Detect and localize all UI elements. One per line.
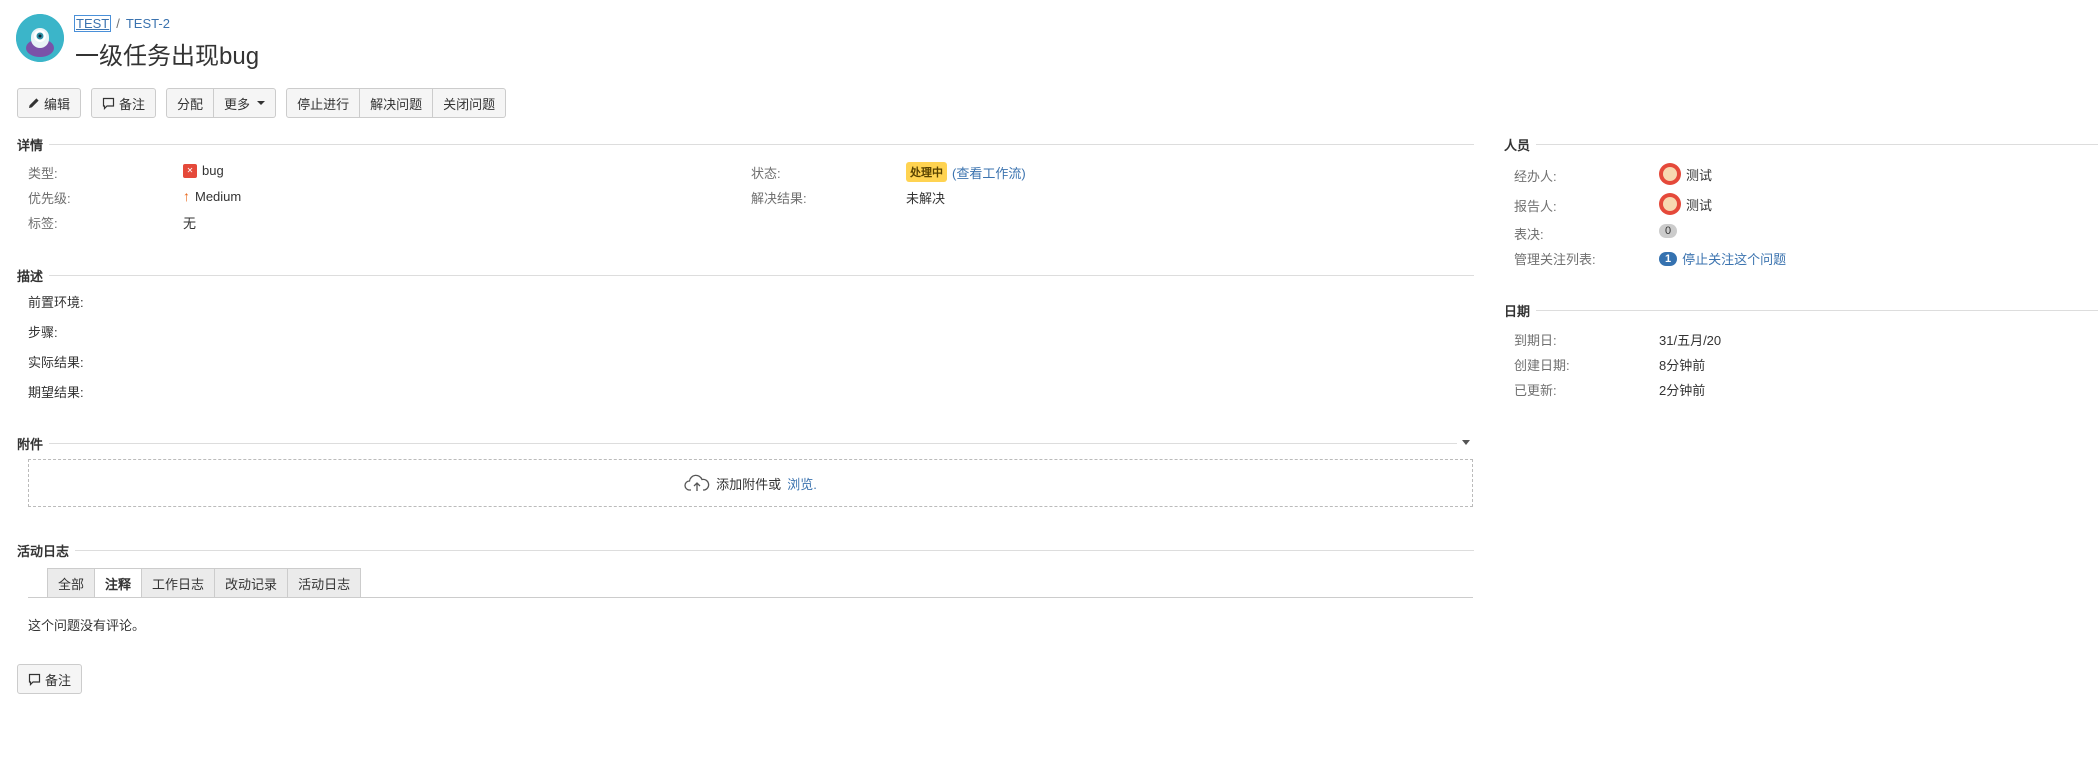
people-heading: 人员 [1504,135,2098,154]
watchers-value: 1 停止关注这个问题 [1659,249,1786,268]
description-line: 步骤: [28,325,58,340]
issue-title[interactable]: 一级任务出现bug [75,36,259,71]
status-badge: 处理中 [906,162,947,182]
description-line: 期望结果: [28,385,84,400]
pencil-icon [29,98,39,108]
dropzone-text: 添加附件或 [716,476,782,492]
priority-value-text: Medium [195,188,242,204]
tab-all[interactable]: 全部 [47,568,96,597]
reporter-name: 测试 [1686,197,1713,213]
labels-value: 无 [183,216,197,231]
breadcrumb-issue-link[interactable]: TEST-2 [126,16,170,31]
type-label: 类型: [28,166,58,181]
avatar [1659,193,1681,215]
stop-watching-link[interactable]: 停止关注这个问题 [1682,249,1786,268]
avatar [1659,163,1681,185]
resolution-value: 未解决 [906,191,946,206]
priority-label: 优先级: [28,191,71,206]
stop-progress-button[interactable]: 停止进行 [286,88,361,118]
details-heading: 详情 [17,135,1474,154]
description-heading-text: 描述 [17,269,44,284]
issue-toolbar: 编辑 备注 分配 更多 停止进行 解决问题 关闭问题 [17,88,507,118]
browse-link[interactable]: 浏览. [787,474,817,493]
attachments-heading: 附件 [17,434,1457,453]
reporter-label: 报告人: [1514,199,1557,214]
arrow-up-icon: ↑ [183,188,190,204]
breadcrumb-separator: / [116,16,120,31]
no-comments-text: 这个问题没有评论。 [28,618,146,633]
type-value: ✕ bug [183,163,224,178]
watchers-label: 管理关注列表: [1514,252,1596,267]
dates-heading: 日期 [1504,301,2098,320]
cloud-upload-icon [684,474,710,491]
created-date-value: 8分钟前 [1659,358,1706,373]
breadcrumb: TEST / TEST-2 [73,15,170,32]
close-issue-button[interactable]: 关闭问题 [433,88,507,118]
due-date-value: 31/五月/20 [1659,333,1722,348]
bottom-comment-button-label: 备注 [45,672,72,688]
votes-count-badge: 0 [1659,224,1678,238]
description-heading: 描述 [17,266,1474,285]
assignee-value[interactable]: 测试 [1659,163,1712,185]
bug-icon: ✕ [183,163,197,178]
breadcrumb-project-link[interactable]: TEST [73,15,112,32]
updated-date-label: 已更新: [1514,383,1557,398]
assignee-label: 经办人: [1514,169,1557,184]
tab-activity[interactable]: 活动日志 [288,568,362,597]
attachments-options-chevron-icon[interactable] [1462,440,1470,445]
attachments-heading-text: 附件 [17,437,44,452]
resolve-issue-button[interactable]: 解决问题 [360,88,434,118]
votes-label: 表决: [1514,227,1544,242]
details-heading-text: 详情 [17,138,44,153]
resolution-label: 解决结果: [751,191,807,206]
status-value: 处理中 (查看工作流) [906,162,1026,182]
due-date-label: 到期日: [1514,333,1557,348]
activity-heading-text: 活动日志 [17,544,70,559]
tab-comments[interactable]: 注释 [95,568,143,597]
comment-button-label: 备注 [119,96,146,112]
tab-history[interactable]: 改动记录 [215,568,289,597]
description-line: 前置环境: [28,295,84,310]
more-button[interactable]: 更多 [214,88,277,118]
comment-button[interactable]: 备注 [91,88,157,118]
tab-work-log[interactable]: 工作日志 [142,568,216,597]
votes-value[interactable]: 0 [1659,224,1678,238]
speech-bubble-icon [28,673,41,686]
view-workflow-link[interactable]: (查看工作流) [952,163,1026,182]
activity-heading: 活动日志 [17,541,1474,560]
bottom-comment-button[interactable]: 备注 [17,664,83,694]
type-value-text: bug [202,163,224,178]
monster-icon [16,14,64,62]
assign-button[interactable]: 分配 [166,88,215,118]
speech-bubble-icon [102,97,115,110]
dates-heading-text: 日期 [1504,304,1531,319]
chevron-down-icon [257,101,266,105]
edit-button-label: 编辑 [44,96,71,112]
edit-button[interactable]: 编辑 [17,88,82,118]
created-date-label: 创建日期: [1514,358,1570,373]
project-avatar[interactable] [16,14,64,62]
watchers-count-badge[interactable]: 1 [1659,251,1678,266]
reporter-value[interactable]: 测试 [1659,193,1712,215]
tabs-divider [28,597,1473,598]
assignee-name: 测试 [1686,167,1713,183]
updated-date-value: 2分钟前 [1659,383,1706,398]
labels-label: 标签: [28,216,58,231]
people-heading-text: 人员 [1504,138,1531,153]
description-line: 实际结果: [28,355,84,370]
attachment-dropzone[interactable]: 添加附件或 浏览. [28,459,1473,507]
status-label: 状态: [751,166,781,181]
activity-tabs: 全部 注释 工作日志 改动记录 活动日志 [47,568,362,597]
more-button-label: 更多 [224,96,251,112]
priority-value: ↑ Medium [183,188,241,204]
